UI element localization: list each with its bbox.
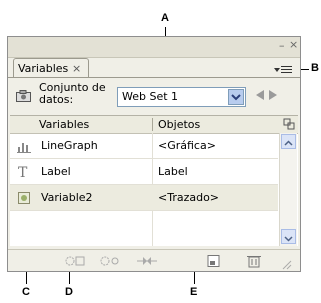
variables-panel: – × Variables × Conjunto de datos: Web S… (7, 36, 301, 272)
visibility-variable-icon (18, 192, 30, 204)
callout-e: E (190, 286, 198, 298)
callout-c: C (22, 286, 30, 298)
table-row[interactable]: Variable2 <Trazado> (10, 185, 278, 211)
table-header: Variables Objetos (10, 116, 298, 134)
text-variable-icon: T (18, 165, 28, 179)
variable-name: LineGraph (41, 139, 98, 152)
variables-table: Variables Objetos LineGraph <Gráfica> T … (10, 115, 298, 246)
previous-dataset-icon[interactable] (256, 90, 264, 100)
unbind-from-object-icon[interactable] (100, 254, 120, 268)
table-row[interactable]: LineGraph <Gráfica> (10, 133, 278, 159)
callout-b: B (311, 62, 319, 74)
variable-name: Variable2 (41, 191, 93, 204)
panel-footer-toolbar (8, 249, 300, 272)
tab-divider (8, 77, 300, 78)
table-scrollbar[interactable] (279, 133, 297, 246)
variable-object: <Trazado> (158, 191, 220, 204)
scroll-up-icon[interactable] (281, 134, 296, 149)
column-header-variables[interactable]: Variables (34, 116, 152, 133)
next-dataset-icon[interactable] (269, 90, 277, 100)
panel-title-bar: – × (8, 37, 300, 58)
link-icon[interactable] (283, 118, 295, 130)
scroll-down-icon[interactable] (281, 229, 296, 244)
panel-menu-button[interactable] (274, 64, 294, 76)
table-row[interactable]: T Label Label (10, 159, 278, 185)
dataset-label: Conjunto de datos: (39, 81, 106, 106)
callout-a: A (161, 12, 169, 24)
variable-object: <Gráfica> (158, 139, 216, 152)
tab-label: Variables (18, 62, 69, 75)
close-button[interactable]: × (289, 39, 298, 50)
menu-chevron-icon (274, 68, 280, 72)
minimize-button[interactable]: – (279, 40, 285, 51)
callout-d: D (65, 286, 73, 298)
svg-text:T: T (18, 165, 28, 179)
select-bound-objects-icon[interactable] (137, 254, 157, 268)
trash-icon[interactable] (244, 254, 264, 268)
dataset-selected-value: Web Set 1 (122, 90, 179, 103)
chevron-down-icon[interactable] (228, 89, 244, 105)
new-variable-icon[interactable] (204, 254, 224, 268)
tab-variables[interactable]: Variables × (13, 58, 89, 77)
column-header-objects[interactable]: Objetos (153, 116, 278, 133)
tab-close-icon[interactable]: × (72, 59, 81, 78)
bind-to-object-icon[interactable] (65, 254, 85, 268)
line-graph-icon (17, 143, 31, 153)
dataset-select[interactable]: Web Set 1 (117, 87, 246, 107)
resize-grip-icon[interactable] (280, 258, 300, 272)
variable-object: Label (158, 165, 188, 178)
variable-name: Label (41, 165, 71, 178)
capture-dataset-icon[interactable] (16, 87, 31, 102)
